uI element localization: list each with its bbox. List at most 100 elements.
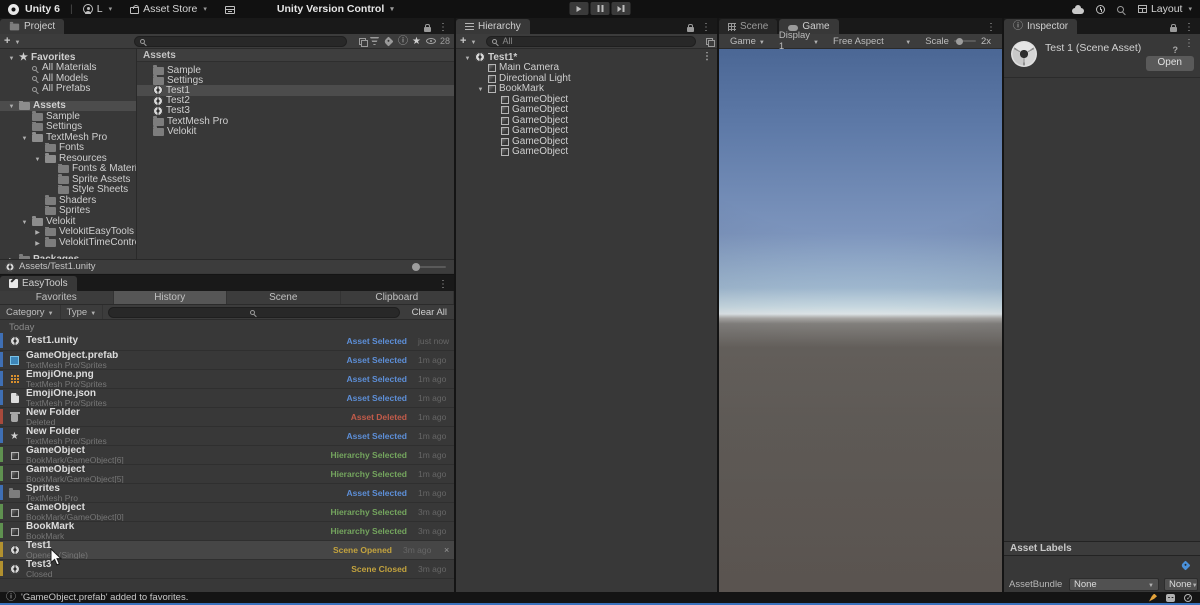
history-item[interactable]: GameObject.prefab TextMesh Pro/Sprites A…	[0, 351, 454, 370]
tree-item[interactable]: Shaders	[0, 195, 136, 205]
foldout-arrow[interactable]	[20, 216, 29, 226]
subtab[interactable]: Scene	[227, 291, 341, 304]
layout-dropdown[interactable]: Layout	[1137, 3, 1192, 15]
hierarchy-item[interactable]: GameObject	[456, 94, 717, 104]
create-asset-button[interactable]	[4, 36, 10, 47]
tree-item[interactable]: Fonts	[0, 142, 136, 153]
tree-item[interactable]: Resources	[0, 153, 136, 163]
create-object-button[interactable]	[460, 36, 466, 47]
tree-item[interactable]: TextMesh Pro	[0, 132, 136, 142]
eye-icon[interactable]	[425, 38, 436, 44]
history-item[interactable]: BookMark BookMark Hierarchy Selected 3m …	[0, 522, 454, 541]
history-search-input[interactable]	[108, 306, 400, 318]
tree-item[interactable]: Settings	[0, 121, 136, 132]
global-search-icon[interactable]	[1116, 6, 1124, 13]
tab-inspector[interactable]: Inspector	[1004, 19, 1078, 34]
package-manager-button[interactable]	[224, 5, 235, 14]
history-item[interactable]: GameObject BookMark/GameObject[0] Hierar…	[0, 503, 454, 522]
foldout-arrow[interactable]	[7, 101, 16, 111]
asset-item[interactable]: Test2	[137, 96, 454, 106]
game-viewport[interactable]	[719, 49, 1002, 592]
clear-all-button[interactable]: Clear All	[405, 307, 454, 318]
chevron-down-icon[interactable]	[470, 36, 476, 47]
close-icon[interactable]	[444, 545, 454, 555]
label-tag-icon[interactable]	[1180, 560, 1191, 571]
kebab-menu-icon[interactable]	[1184, 24, 1194, 32]
progress-check-icon[interactable]	[1184, 593, 1192, 602]
tree-item[interactable]: Style Sheets	[0, 184, 136, 195]
tree-item[interactable]: Sprite Assets	[0, 174, 136, 184]
tab-easytools[interactable]: EasyTools	[0, 276, 77, 291]
tree-item[interactable]: Packages	[0, 254, 136, 259]
chevron-down-icon[interactable]	[14, 36, 20, 47]
undo-history-icon[interactable]	[1095, 4, 1105, 14]
slider-thumb[interactable]	[955, 37, 963, 45]
hierarchy-item[interactable]: GameObject	[456, 105, 717, 115]
console-icon[interactable]	[1166, 593, 1175, 602]
history-item[interactable]: New Folder Deleted Asset Deleted 1m ago	[0, 408, 454, 427]
history-item[interactable]: EmojiOne.png TextMesh Pro/Sprites Asset …	[0, 370, 454, 389]
filter-by-type-icon[interactable]	[369, 37, 379, 45]
lock-icon[interactable]	[424, 24, 431, 32]
thumbnail-size-slider[interactable]	[412, 262, 446, 271]
project-search-input[interactable]	[134, 35, 347, 47]
history-item[interactable]: New Folder TextMesh Pro/Sprites Asset Se…	[0, 427, 454, 446]
asset-item[interactable]: TextMesh Pro	[137, 115, 454, 126]
tree-item[interactable]: VelokitTimeControl	[0, 237, 136, 247]
scale-slider[interactable]	[953, 37, 976, 45]
foldout-arrow[interactable]	[463, 52, 472, 62]
tree-item[interactable]: VelokitEasyTools	[0, 226, 136, 237]
favorites-filter-icon[interactable]	[412, 36, 422, 46]
tree-item[interactable]: Sprites	[0, 205, 136, 216]
pause-button[interactable]	[590, 2, 610, 15]
foldout-arrow[interactable]	[7, 254, 16, 259]
history-item[interactable]: Test1.unity Asset Selected just now	[0, 332, 454, 351]
open-in-window-icon[interactable]	[358, 38, 368, 47]
hierarchy-item[interactable]: GameObject	[456, 136, 717, 146]
filter-by-label-icon[interactable]	[383, 36, 394, 46]
cloud-services-icon[interactable]	[1071, 5, 1084, 14]
tree-item[interactable]: Assets	[0, 100, 136, 111]
aspect-ratio-dropdown[interactable]: Free Aspect	[826, 34, 918, 48]
kebab-menu-icon[interactable]	[701, 24, 711, 32]
hierarchy-item[interactable]: GameObject	[456, 147, 717, 157]
version-control-menu[interactable]: Unity Version Control	[277, 3, 394, 15]
history-item[interactable]: Sprites TextMesh Pro Asset Selected 1m a…	[0, 484, 454, 503]
foldout-arrow[interactable]	[476, 84, 485, 94]
hierarchy-search-input[interactable]: All	[486, 35, 696, 47]
kebab-menu-icon[interactable]	[438, 281, 448, 289]
slider-thumb[interactable]	[412, 262, 420, 271]
assetbundle-variant-dropdown[interactable]: None	[1164, 578, 1198, 591]
tree-item[interactable]: All Materials	[0, 63, 136, 73]
tree-item[interactable]: Favorites	[0, 52, 136, 62]
foldout-arrow[interactable]	[7, 52, 16, 62]
subtab[interactable]: Favorites	[0, 291, 114, 304]
tab-project[interactable]: Project	[0, 19, 65, 34]
tree-item[interactable]: All Prefabs	[0, 84, 136, 94]
lock-icon[interactable]	[687, 24, 694, 32]
foldout-arrow[interactable]	[20, 132, 29, 142]
kebab-menu-icon[interactable]	[986, 24, 996, 32]
open-button[interactable]: Open	[1145, 56, 1194, 71]
tree-item[interactable]: Fonts & Materials	[0, 163, 136, 174]
tree-item[interactable]: Sample	[0, 111, 136, 121]
hierarchy-item[interactable]: GameObject	[456, 126, 717, 136]
subtab[interactable]: Clipboard	[341, 291, 454, 304]
foldout-arrow[interactable]	[33, 237, 42, 247]
foldout-arrow[interactable]	[33, 227, 42, 237]
display-target-dropdown[interactable]: Game	[723, 34, 772, 48]
asset-item[interactable]: Velokit	[137, 126, 454, 136]
play-button[interactable]	[569, 2, 589, 15]
kebab-menu-icon[interactable]	[438, 24, 448, 32]
history-item[interactable]: EmojiOne.json TextMesh Pro/Sprites Asset…	[0, 389, 454, 408]
tree-item[interactable]: Velokit	[0, 216, 136, 226]
asset-item[interactable]: Sample	[137, 65, 454, 75]
asset-item[interactable]: Test3	[137, 106, 454, 116]
asset-item[interactable]: Settings	[137, 75, 454, 85]
category-dropdown[interactable]: Category	[0, 305, 61, 319]
hierarchy-item[interactable]: GameObject	[456, 115, 717, 125]
hierarchy-item[interactable]: Main Camera	[456, 63, 717, 73]
account-menu[interactable]: L	[82, 3, 112, 15]
kebab-menu-icon[interactable]	[702, 53, 712, 61]
asset-item[interactable]: Test1	[137, 85, 454, 96]
